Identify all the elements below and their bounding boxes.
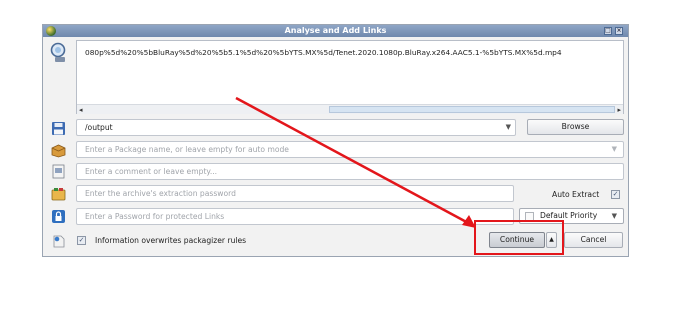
annotation-highlight-box <box>474 220 564 255</box>
annotation-arrow <box>235 96 476 228</box>
